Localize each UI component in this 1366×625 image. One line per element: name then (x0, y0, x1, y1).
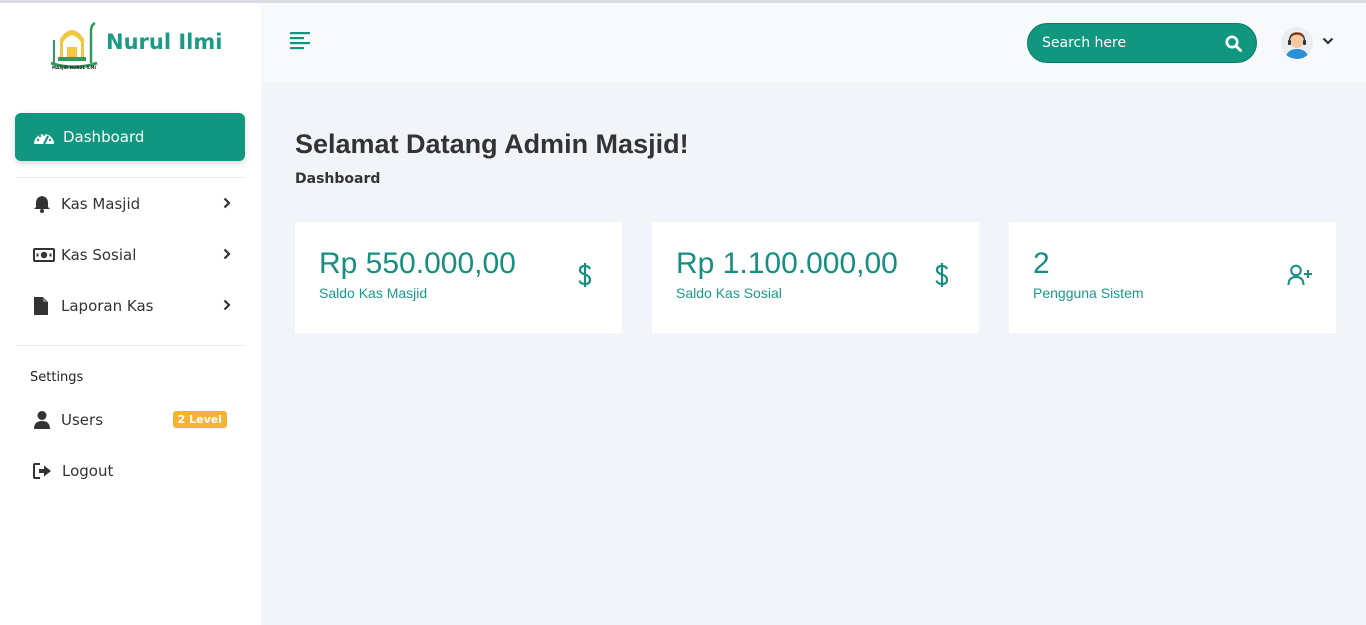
logout-icon (33, 463, 51, 479)
bell-icon (34, 196, 50, 213)
mosque-logo-icon: MASJID NURUL ILMI (50, 21, 98, 70)
svg-text:MASJID NURUL ILMI: MASJID NURUL ILMI (52, 65, 97, 70)
sidebar-item-label: Kas Sosial (61, 246, 137, 264)
stat-label: Saldo Kas Masjid (319, 285, 428, 301)
user-avatar[interactable] (1281, 27, 1313, 59)
search-bar (1027, 23, 1257, 63)
breadcrumb: Dashboard (295, 171, 381, 187)
search-input[interactable] (1042, 32, 1212, 54)
sidebar-item-label: Users (61, 411, 104, 429)
sidebar-item-label: Laporan Kas (61, 297, 154, 315)
chevron-right-icon (223, 197, 231, 209)
settings-section-title: Settings (30, 370, 84, 385)
stat-label: Saldo Kas Sosial (676, 285, 782, 301)
sidebar-item-kas-sosial[interactable]: Kas Sosial (15, 235, 245, 275)
sidebar-divider (16, 177, 245, 178)
chevron-down-icon[interactable] (1322, 37, 1334, 45)
page-title: Selamat Datang Admin Masjid! (295, 129, 689, 159)
dollar-icon (578, 263, 592, 287)
brand[interactable]: MASJID NURUL ILMI Nurul Ilmi (48, 17, 222, 71)
stat-label: Pengguna Sistem (1033, 285, 1144, 301)
level-badge: 2 Level (172, 411, 227, 428)
user-plus-icon (1287, 264, 1312, 286)
search-icon[interactable] (1225, 35, 1242, 52)
sidebar: MASJID NURUL ILMI Nurul Ilmi Dashboard K… (0, 3, 261, 625)
sidebar-item-dashboard[interactable]: Dashboard (15, 113, 245, 161)
brand-name: Nurul Ilmi (106, 30, 223, 54)
stat-value: 2 (1033, 247, 1050, 280)
sidebar-item-logout[interactable]: Logout (15, 451, 245, 491)
sidebar-divider (16, 345, 245, 346)
sidebar-item-label: Logout (62, 462, 114, 480)
chevron-right-icon (223, 248, 231, 260)
avatar-support-icon (1281, 27, 1313, 59)
dollar-icon (935, 263, 949, 287)
stat-value: Rp 1.100.000,00 (676, 247, 898, 280)
dashboard-gauge-icon (34, 133, 54, 145)
sidebar-item-users[interactable]: Users 2 Level (15, 400, 245, 440)
stat-card-saldo-kas-sosial: Rp 1.100.000,00 Saldo Kas Sosial (652, 222, 979, 333)
stat-card-pengguna-sistem: 2 Pengguna Sistem (1009, 222, 1336, 333)
sidebar-item-kas-masjid[interactable]: Kas Masjid (15, 184, 245, 224)
sidebar-item-laporan-kas[interactable]: Laporan Kas (15, 286, 245, 326)
money-bill-icon (33, 248, 55, 262)
sidebar-item-label: Kas Masjid (61, 195, 141, 213)
sidebar-item-label: Dashboard (63, 128, 145, 146)
stat-card-saldo-kas-masjid: Rp 550.000,00 Saldo Kas Masjid (295, 222, 622, 333)
top-header (261, 3, 1366, 82)
file-icon (34, 297, 48, 315)
stat-value: Rp 550.000,00 (319, 247, 516, 280)
chevron-right-icon (223, 299, 231, 311)
menu-toggle-icon[interactable] (290, 31, 312, 51)
user-icon (34, 411, 50, 429)
